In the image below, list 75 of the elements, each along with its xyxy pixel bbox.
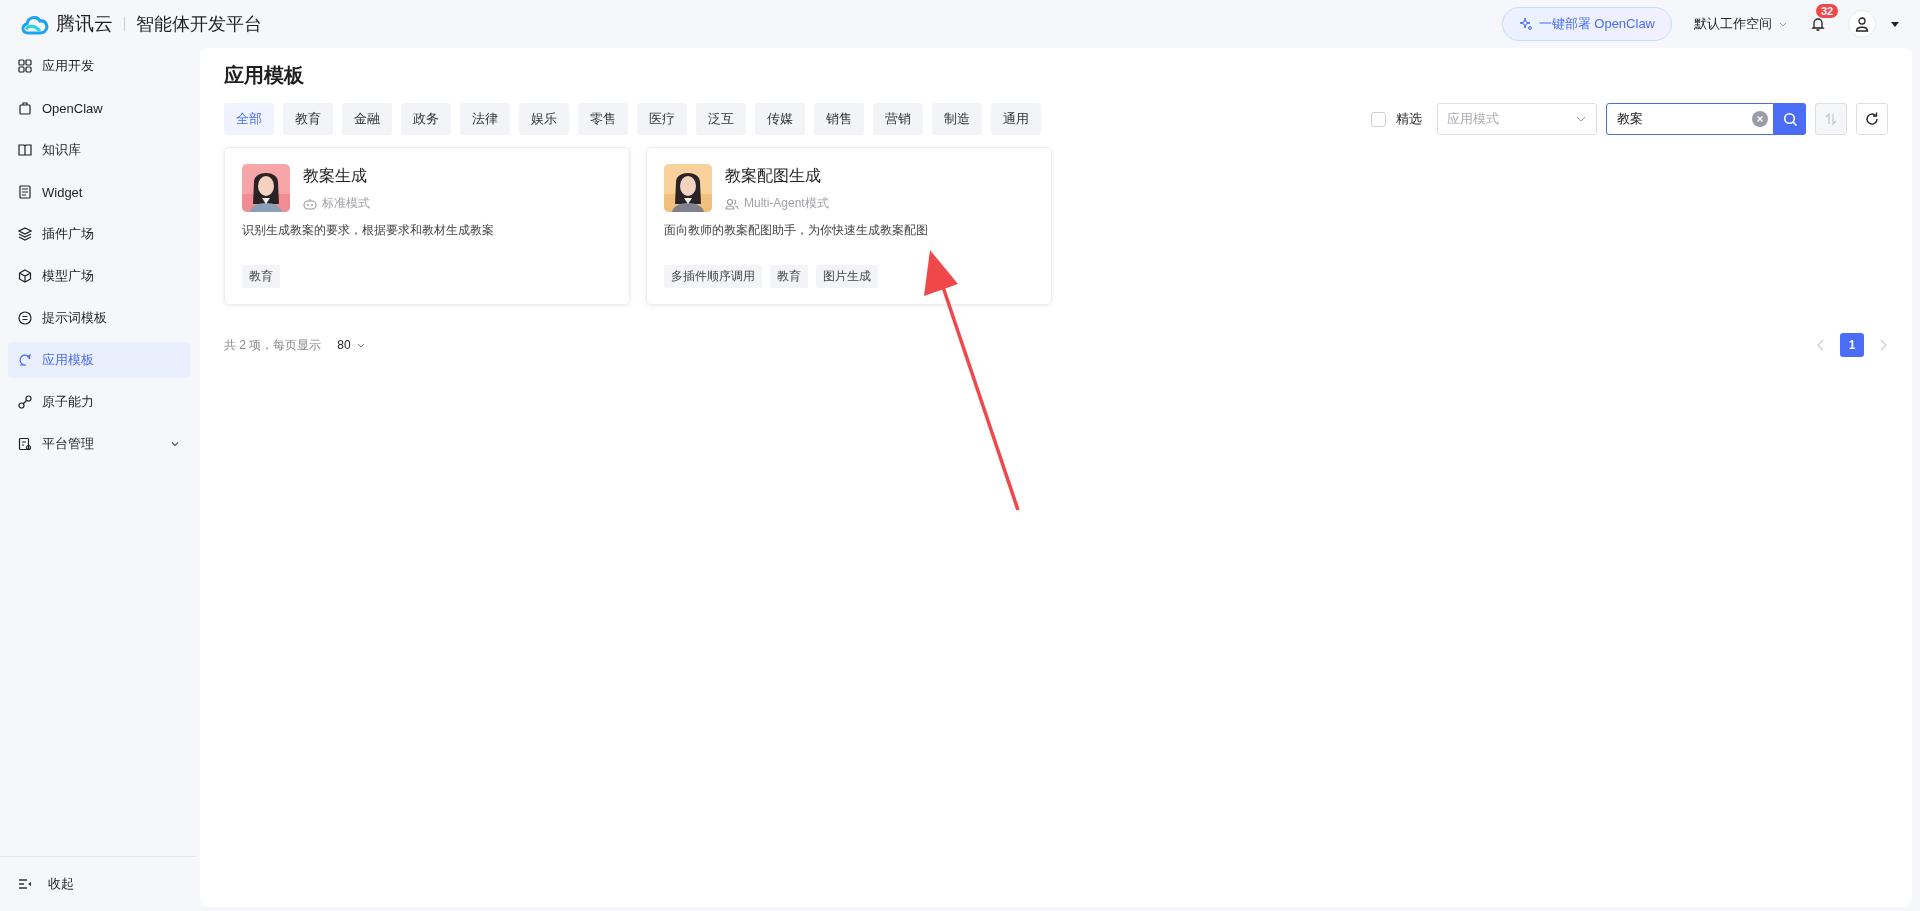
- category-tab[interactable]: 营销: [873, 103, 923, 135]
- page-title: 应用模板: [224, 63, 305, 88]
- category-tab[interactable]: 通用: [991, 103, 1041, 135]
- card-title: 教案生成: [303, 166, 368, 186]
- users-icon: [725, 197, 739, 210]
- cube-icon: [18, 269, 32, 283]
- sparkle-icon: [1518, 17, 1533, 31]
- loop-arrow-icon: [18, 353, 32, 367]
- sidebar-item[interactable]: 插件广场: [8, 216, 190, 252]
- card-description: 识别生成教案的要求，根据要求和教材生成教案: [242, 222, 495, 239]
- refresh-icon: [1864, 111, 1880, 127]
- category-tab[interactable]: 金融: [342, 103, 392, 135]
- clear-icon[interactable]: [1752, 111, 1768, 127]
- card-description: 面向教师的教案配图助手，为你快速生成教案配图: [664, 222, 929, 239]
- category-tab[interactable]: 销售: [814, 103, 864, 135]
- chevron-down-icon: [170, 439, 180, 449]
- category-tab[interactable]: 教育: [283, 103, 333, 135]
- sort-icon: [1824, 112, 1838, 126]
- page-button[interactable]: 1: [1840, 333, 1864, 357]
- sidebar-item[interactable]: OpenClaw: [8, 90, 190, 126]
- mode-label: 标准模式: [322, 195, 370, 212]
- sidebar-item[interactable]: 应用模板: [8, 342, 190, 378]
- sidebar-item[interactable]: Widget: [8, 174, 190, 210]
- layers-icon: [18, 227, 32, 241]
- sidebar-item[interactable]: 知识库: [8, 132, 190, 168]
- collapse-icon: [18, 878, 32, 890]
- card-title: 教案配图生成: [725, 166, 822, 186]
- sidebar-item[interactable]: 应用开发: [8, 48, 190, 84]
- category-tab[interactable]: 制造: [932, 103, 982, 135]
- workspace-dropdown[interactable]: 默认工作空间: [1686, 15, 1796, 33]
- search-icon: [1782, 111, 1798, 127]
- message-icon: [18, 311, 32, 325]
- sidebar-item[interactable]: 模型广场: [8, 258, 190, 294]
- checkbox[interactable]: [1371, 111, 1386, 127]
- robot-icon: [303, 197, 317, 210]
- refresh-button[interactable]: [1856, 103, 1888, 135]
- template-card[interactable]: 教案生成 标准模式 识别生成教案的要求，根据要求和教材生成教案 教育: [224, 147, 630, 305]
- tag: 教育: [770, 265, 808, 288]
- tag: 多插件顺序调用: [664, 265, 762, 288]
- book-icon: [18, 143, 32, 157]
- product-name: 智能体开发平台: [136, 13, 262, 36]
- category-tab[interactable]: 全部: [224, 103, 274, 135]
- bag-icon: [18, 101, 32, 115]
- category-tab[interactable]: 传媒: [755, 103, 805, 135]
- category-tab[interactable]: 泛互: [696, 103, 746, 135]
- tag: 图片生成: [816, 265, 878, 288]
- pagination-summary: 共 2 项，每页显示: [224, 336, 322, 354]
- cloud-logo-icon: [20, 13, 50, 35]
- grid-icon: [18, 59, 32, 73]
- category-tab[interactable]: 法律: [460, 103, 510, 135]
- checkbox-label: 精选: [1396, 110, 1422, 128]
- collapse-button[interactable]: 收起: [8, 869, 84, 899]
- document-icon: [18, 185, 32, 199]
- category-tab[interactable]: 政务: [401, 103, 451, 135]
- bell-icon[interactable]: [1810, 16, 1826, 32]
- clipboard-icon: [18, 437, 32, 451]
- user-icon: [1854, 16, 1870, 32]
- template-card[interactable]: 教案配图生成 Multi-Agent模式 面向教师的教案配图助手，为你快速生成教案配图 多插件顺序调用 教育 图片生成: [646, 147, 1052, 305]
- tag: 教育: [242, 265, 280, 288]
- link-icon: [18, 395, 32, 409]
- mode-label: Multi-Agent模式: [744, 195, 829, 212]
- notification-badge: 32: [1816, 4, 1839, 18]
- category-tab[interactable]: 娱乐: [519, 103, 569, 135]
- category-tab[interactable]: 零售: [578, 103, 628, 135]
- page-size-dropdown[interactable]: 80: [331, 337, 372, 353]
- search-field[interactable]: 教案: [1606, 103, 1774, 135]
- user-avatar-button[interactable]: [1848, 10, 1876, 38]
- deploy-button[interactable]: 一键部署 OpenClaw: [1501, 7, 1672, 41]
- sidebar-item[interactable]: 提示词模板: [8, 300, 190, 336]
- sidebar-item[interactable]: 原子能力: [8, 384, 190, 420]
- search-button[interactable]: [1774, 103, 1806, 135]
- brand-name: 腾讯云: [56, 12, 113, 36]
- sidebar-item[interactable]: 平台管理: [8, 426, 190, 462]
- caret-icon[interactable]: [1890, 20, 1900, 28]
- category-tab[interactable]: 医疗: [637, 103, 687, 135]
